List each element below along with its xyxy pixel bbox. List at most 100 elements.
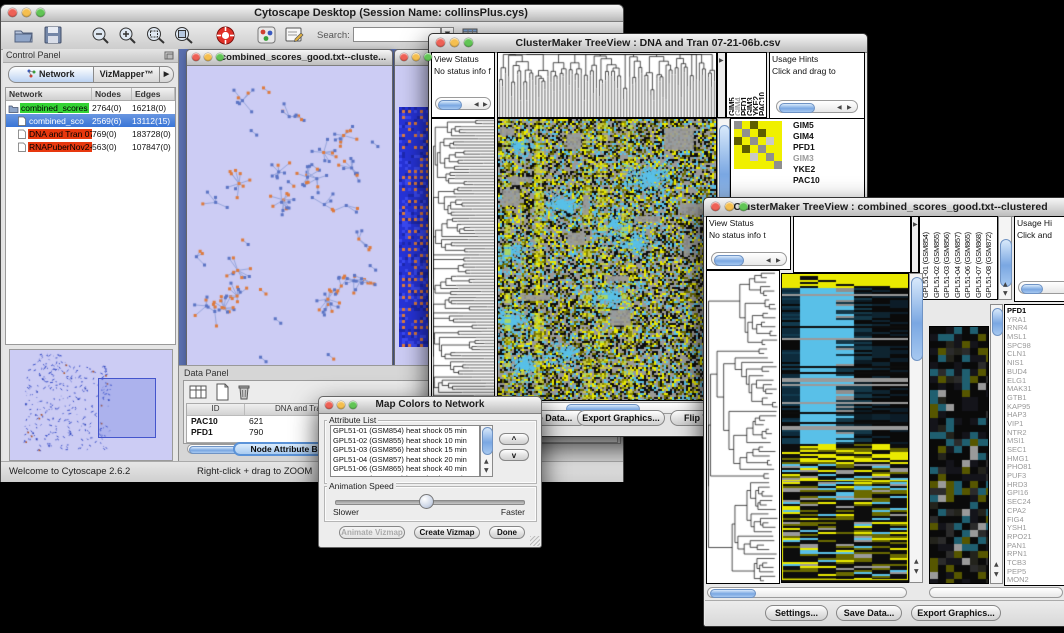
minimize-button[interactable] [337,401,345,409]
tv1-status-scrollbar[interactable]: ◀▶ [435,97,491,110]
save-session-button[interactable] [43,26,63,44]
gene-label[interactable]: SPC98 [1007,341,1064,350]
select-attributes-icon[interactable] [189,384,207,400]
tv2-save-data-button[interactable]: Save Data... [836,605,902,621]
tv2-settings-button[interactable]: Settings... [765,605,828,621]
move-down-button[interactable]: v [499,449,529,461]
gene-label[interactable]: CLN1 [1007,349,1064,358]
gene-label[interactable]: FIG4 [1007,515,1064,524]
tv2-column-dendrogram[interactable] [793,216,911,273]
gene-label[interactable]: GTB1 [1007,393,1064,402]
minimize-button[interactable] [412,53,420,61]
attribute-option[interactable]: GPL51-07 (GSM868) heat shock 60 min [333,474,479,478]
tv2-splitter[interactable]: ▶ [911,216,919,273]
gene-label[interactable]: RPN1 [1007,549,1064,558]
gene-label[interactable]: TCB3 [1007,558,1064,567]
minimize-button[interactable] [725,202,734,211]
vizmapper-icon[interactable] [257,26,276,44]
attribute-list[interactable]: GPL51-01 (GSM854) heat shock 05 minGPL51… [330,425,480,477]
gene-label[interactable]: MON2 [1007,575,1064,584]
tv2-genelist-vscrollbar[interactable]: ▲▼ [990,304,1003,584]
tab-network[interactable]: Network [8,66,94,83]
move-up-button[interactable]: ^ [499,433,529,445]
zoom-fit-icon[interactable] [173,26,195,45]
column-header[interactable]: Network [6,88,92,100]
tv1-usage-scrollbar[interactable]: ◀▶ [776,100,858,113]
animate-vizmap-button[interactable]: Animate Vizmap [339,526,405,539]
zoom-button[interactable] [424,53,432,61]
tv1-correlation-matrix[interactable] [734,121,782,169]
tv2-row-dendrogram[interactable] [706,270,780,584]
close-button[interactable] [192,53,200,61]
column-header[interactable]: Nodes [92,88,132,100]
gene-label[interactable]: SEC1 [1007,445,1064,454]
tv2-usage-scrollbar[interactable] [1018,281,1064,294]
tv1-row-dendrogram[interactable] [431,118,495,401]
tv2-hscrollbar-left[interactable] [707,587,907,598]
zoom-button[interactable] [216,53,224,61]
gene-label[interactable]: VIP1 [1007,419,1064,428]
speed-slider-thumb[interactable] [419,494,434,509]
close-button[interactable] [400,53,408,61]
network-row[interactable]: RNAPuberNov2+563(0)107847(0) [6,140,175,153]
birdseye-viewport-rect[interactable] [98,378,156,438]
create-vizmap-button[interactable]: Create Vizmap [414,526,480,539]
minimize-button[interactable] [450,38,459,47]
done-button[interactable]: Done [489,526,525,539]
tv2-export-graphics-button[interactable]: Export Graphics... [911,605,1001,621]
tv2-heatmap[interactable] [781,273,909,583]
tv1-export-graphics-button[interactable]: Export Graphics... [577,410,665,426]
zoom-in-icon[interactable] [118,26,138,45]
tv2-status-scrollbar[interactable]: ◀▶ [711,252,787,266]
gene-label[interactable]: MAK31 [1007,384,1064,393]
gene-label[interactable]: GPI16 [1007,488,1064,497]
gene-label[interactable]: ELG1 [1007,376,1064,385]
main-titlebar[interactable]: Cytoscape Desktop (Session Name: collins… [1,5,623,22]
gene-label[interactable]: YSH1 [1007,523,1064,532]
gene-label[interactable]: KAP95 [1007,402,1064,411]
gene-label[interactable]: HRD3 [1007,480,1064,489]
attribute-option[interactable]: GPL51-04 (GSM857) heat shock 20 min [333,455,479,465]
tv1-column-dendrogram[interactable] [497,52,717,118]
annotation-icon[interactable] [284,26,304,44]
zoom-out-icon[interactable] [91,26,111,45]
help-lifering-icon[interactable] [215,25,236,46]
tab-vizmapper[interactable]: VizMapper™ [94,66,160,83]
open-session-button[interactable] [13,26,35,44]
gene-label[interactable]: PUF3 [1007,471,1064,480]
attribute-option[interactable]: GPL51-02 (GSM855) heat shock 10 min [333,436,479,446]
gene-label[interactable]: HAP3 [1007,410,1064,419]
network-canvas[interactable] [187,66,390,373]
tv2-hscrollbar-right[interactable] [929,587,1063,598]
close-button[interactable] [8,8,17,17]
network-row[interactable]: DNA and Tran 07769(0)183728(0) [6,127,175,140]
zoom-button[interactable] [739,202,748,211]
attribute-option[interactable]: GPL51-06 (GSM865) heat shock 40 min [333,464,479,474]
close-button[interactable] [711,202,720,211]
tv2-mini-heatmap[interactable] [929,326,989,584]
tv2-heatmap-vscrollbar[interactable]: ▲▼ [909,273,923,583]
resize-grip[interactable] [530,536,540,546]
gene-label[interactable]: PHO81 [1007,462,1064,471]
tab-overflow-arrow[interactable]: ▶ [160,66,174,83]
zoom-button[interactable] [36,8,45,17]
gene-label[interactable]: PFD1 [1007,306,1064,315]
gene-label[interactable]: RPO21 [1007,532,1064,541]
gene-label[interactable]: NTR2 [1007,428,1064,437]
gene-label[interactable]: MSI1 [1007,436,1064,445]
attribute-option[interactable]: GPL51-01 (GSM854) heat shock 05 min [333,426,479,436]
gene-label[interactable]: CPA2 [1007,506,1064,515]
new-attribute-icon[interactable] [214,383,230,401]
network-row[interactable]: combined_scores2764(0)16218(0) [6,101,175,114]
close-button[interactable] [325,401,333,409]
float-panel-icon[interactable] [164,51,174,60]
zoom-selected-icon[interactable] [145,26,167,45]
column-header[interactable]: ID [187,404,245,415]
gene-label[interactable]: NIS1 [1007,358,1064,367]
gene-label[interactable]: YRA1 [1007,315,1064,324]
gene-label[interactable]: BUD4 [1007,367,1064,376]
gene-label[interactable]: HMG1 [1007,454,1064,463]
tv1-heatmap[interactable] [497,118,717,401]
close-button[interactable] [436,38,445,47]
attribute-list-scrollbar[interactable]: ▲▼ [480,425,493,477]
